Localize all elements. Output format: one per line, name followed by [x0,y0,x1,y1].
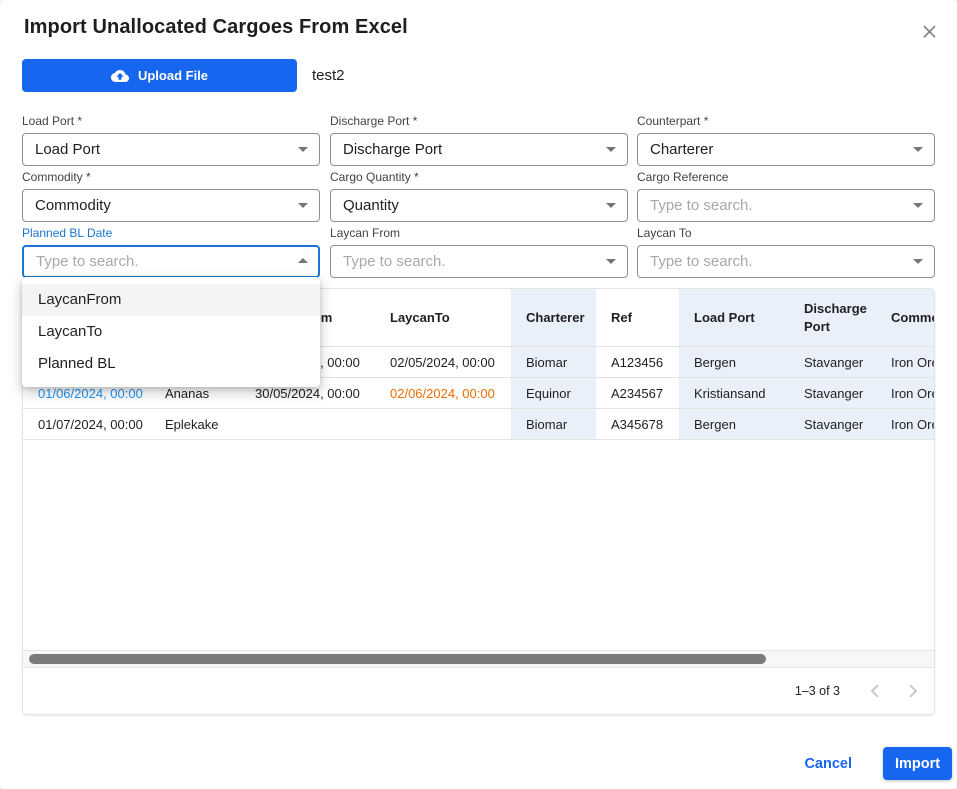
field-laycan-from: Laycan From [330,226,628,278]
load-port-select[interactable] [22,133,320,166]
column-header: Discharge Port [789,289,876,347]
table-cell: Kristiansand [679,378,789,409]
table-cell: Eplekake [150,409,240,440]
planned-bl-date-menu: LaycanFromLaycanToPlanned BL [22,277,320,387]
scrollbar-thumb[interactable] [29,654,766,664]
upload-button-label: Upload File [138,68,208,83]
field-laycan-to: Laycan To [637,226,935,278]
chevron-down-icon [913,203,923,208]
chevron-down-icon [298,203,308,208]
table-cell: Equinor [511,378,596,409]
table-cell: Biomar [511,347,596,378]
field-planned-bl-date: Planned BL Date [22,226,320,278]
table-cell: 02/06/2024, 00:00 [375,378,511,409]
table-cell: A345678 [596,409,679,440]
pagination-range-label: 1–3 of 3 [795,684,840,698]
field-load-port: Load Port * [22,114,320,166]
table-cell [375,409,511,440]
page-title: Import Unallocated Cargoes From Excel [24,16,408,39]
table-cell: Iron Ore [876,409,935,440]
field-commodity: Commodity * [22,170,320,222]
discharge-port-select[interactable] [330,133,628,166]
close-x-icon [920,21,939,40]
cloud-upload-icon [111,67,129,85]
upload-file-button[interactable]: Upload File [22,59,297,92]
table-cell: Biomar [511,409,596,440]
table-cell: 01/07/2024, 00:00 [23,409,150,440]
table-cell: Iron Ore [876,347,935,378]
table-cell [240,409,375,440]
menu-option[interactable]: LaycanTo [22,316,320,348]
table-cell: A234567 [596,378,679,409]
menu-option[interactable]: LaycanFrom [22,284,320,316]
column-header: Commodity [876,289,935,347]
chevron-left-icon [864,680,886,702]
column-header: Ref [596,289,679,347]
chevron-down-icon [913,147,923,152]
table-cell: Stavanger [789,409,876,440]
field-label: Cargo Quantity * [330,170,628,184]
footer-actions: Cancel Import [796,747,952,780]
uploaded-file-name: test2 [312,67,345,84]
cargo-reference-input[interactable] [637,189,935,222]
planned-bl-date-input[interactable] [22,245,320,278]
table-cell: Bergen [679,347,789,378]
counterpart-select[interactable] [637,133,935,166]
chevron-down-icon [606,203,616,208]
prev-page-button[interactable] [856,672,894,710]
import-button[interactable]: Import [883,747,952,780]
column-header: Load Port [679,289,789,347]
laycan-from-input[interactable] [330,245,628,278]
horizontal-scrollbar[interactable] [23,650,935,668]
commodity-select[interactable] [22,189,320,222]
field-label: Planned BL Date [22,226,320,240]
field-cargo-reference: Cargo Reference [637,170,935,222]
column-header: LaycanTo [375,289,511,347]
field-label: Load Port * [22,114,320,128]
chevron-down-icon [606,147,616,152]
table-cell: Iron Ore [876,378,935,409]
chevron-up-icon [298,258,308,263]
pagination-bar: 1–3 of 3 [23,667,935,714]
field-label: Laycan To [637,226,935,240]
table-cell: Stavanger [789,378,876,409]
field-label: Commodity * [22,170,320,184]
cargo-quantity-select[interactable] [330,189,628,222]
import-cargoes-dialog: Import Unallocated Cargoes From Excel Up… [0,0,957,789]
chevron-down-icon [913,259,923,264]
chevron-right-icon [902,680,924,702]
field-label: Cargo Reference [637,170,935,184]
table-row: 01/07/2024, 00:00Eplekake BiomarA345678Be… [23,409,935,440]
table-cell: A123456 [596,347,679,378]
close-button[interactable] [915,16,943,44]
field-label: Laycan From [330,226,628,240]
field-counterpart: Counterpart * [637,114,935,166]
field-discharge-port: Discharge Port * [330,114,628,166]
column-header: Charterer [511,289,596,347]
table-cell: Stavanger [789,347,876,378]
field-cargo-quantity: Cargo Quantity * [330,170,628,222]
table-cell: 02/05/2024, 00:00 [375,347,511,378]
laycan-to-input[interactable] [637,245,935,278]
chevron-down-icon [606,259,616,264]
table-cell: Bergen [679,409,789,440]
field-label: Discharge Port * [330,114,628,128]
chevron-down-icon [298,147,308,152]
field-label: Counterpart * [637,114,935,128]
cancel-button[interactable]: Cancel [796,750,860,778]
menu-option[interactable]: Planned BL [22,348,320,380]
next-page-button[interactable] [894,672,932,710]
